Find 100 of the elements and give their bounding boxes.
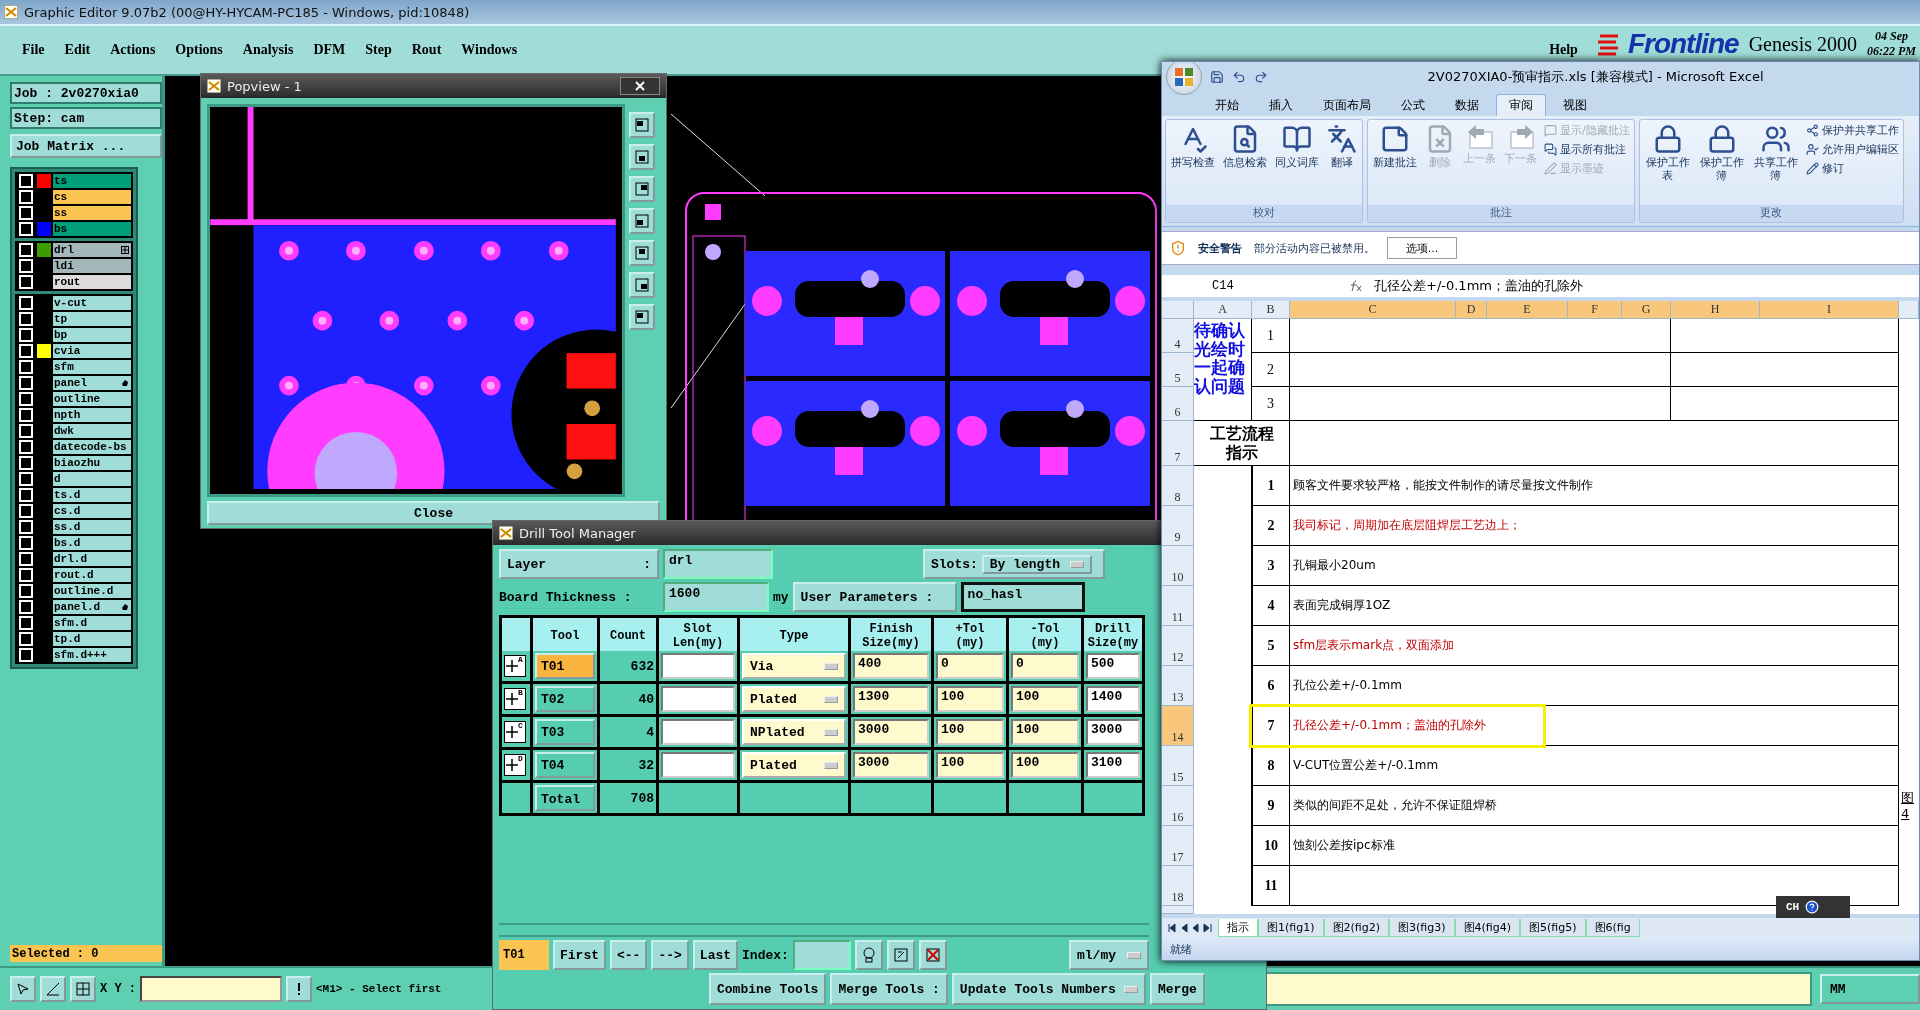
view-tool-button[interactable] bbox=[629, 304, 655, 330]
nav-button[interactable]: --> bbox=[651, 940, 689, 970]
row-header[interactable]: 6 bbox=[1162, 387, 1194, 421]
measure-tool-button[interactable] bbox=[40, 976, 66, 1002]
minus-tolerance-field[interactable]: 0 bbox=[1011, 653, 1079, 679]
layer-field[interactable]: drl bbox=[663, 549, 773, 579]
ribbon-button[interactable]: 共享工作簿 bbox=[1749, 122, 1802, 203]
layer-name[interactable]: datecode-bs bbox=[53, 440, 131, 454]
expand-button[interactable]: B bbox=[504, 688, 526, 710]
layer-name[interactable]: panel bbox=[53, 376, 131, 390]
ime-bar[interactable]: CH bbox=[1776, 896, 1850, 918]
tool-button[interactable]: T03 bbox=[535, 719, 595, 745]
sheet-tab[interactable]: 图2(fig2) bbox=[1323, 919, 1389, 937]
row-header[interactable]: 11 bbox=[1162, 586, 1194, 626]
office-button[interactable] bbox=[1166, 62, 1202, 95]
layer-checkbox[interactable] bbox=[19, 648, 33, 662]
layer-checkbox[interactable] bbox=[19, 275, 33, 289]
layer-name[interactable]: outline bbox=[53, 392, 131, 406]
layer-checkbox[interactable] bbox=[19, 568, 33, 582]
layer-checkbox[interactable] bbox=[19, 360, 33, 374]
layer-checkbox[interactable] bbox=[19, 328, 33, 342]
layer-name[interactable]: panel.d bbox=[53, 600, 131, 614]
expand-button[interactable]: A bbox=[504, 655, 526, 677]
board-thickness-field[interactable]: 1600 bbox=[663, 582, 769, 612]
minus-tolerance-field[interactable]: 100 bbox=[1011, 686, 1079, 712]
column-header[interactable]: H bbox=[1671, 301, 1760, 319]
layer-checkbox[interactable] bbox=[19, 408, 33, 422]
ribbon-button[interactable]: 翻译 bbox=[1324, 122, 1360, 203]
layer-checkbox[interactable] bbox=[19, 456, 33, 470]
layer-name[interactable]: dwk bbox=[53, 424, 131, 438]
row-header[interactable]: 16 bbox=[1162, 786, 1194, 826]
refresh-button[interactable] bbox=[886, 940, 915, 970]
layer-name[interactable]: biaozhu bbox=[53, 456, 131, 470]
menu-item[interactable]: Actions bbox=[110, 42, 156, 58]
ribbon-tab[interactable]: 开始 bbox=[1202, 94, 1252, 116]
units-dropdown[interactable]: MM bbox=[1820, 974, 1920, 1004]
delete-button[interactable] bbox=[918, 940, 947, 970]
drill-size-field[interactable]: 1400 bbox=[1086, 686, 1140, 712]
ribbon-button[interactable]: 保护并共享工作 bbox=[1803, 122, 1901, 139]
plus-tolerance-field[interactable]: 100 bbox=[936, 719, 1004, 745]
layer-name[interactable]: v-cut bbox=[53, 296, 131, 310]
layer-checkbox[interactable] bbox=[19, 488, 33, 502]
column-header[interactable]: C bbox=[1290, 301, 1456, 319]
drill-size-field[interactable]: 3100 bbox=[1086, 752, 1140, 778]
layer-checkbox[interactable] bbox=[19, 536, 33, 550]
column-header[interactable]: E bbox=[1487, 301, 1568, 319]
row-header[interactable]: 14 bbox=[1162, 706, 1194, 746]
sheet-tab[interactable]: 图4(fig4) bbox=[1454, 919, 1520, 937]
finish-size-field[interactable]: 3000 bbox=[853, 719, 929, 745]
action-button[interactable]: Merge bbox=[1149, 973, 1205, 1005]
column-header[interactable]: I bbox=[1760, 301, 1899, 319]
nav-button[interactable]: First bbox=[553, 940, 606, 970]
bulb-button[interactable] bbox=[854, 940, 883, 970]
slots-dropdown[interactable]: By length bbox=[981, 554, 1092, 574]
layer-checkbox[interactable] bbox=[19, 296, 33, 310]
type-dropdown[interactable]: Plated bbox=[742, 686, 846, 712]
view-tool-button[interactable] bbox=[629, 208, 655, 234]
layer-checkbox[interactable] bbox=[19, 174, 33, 188]
row-header[interactable]: 15 bbox=[1162, 746, 1194, 786]
row-header[interactable]: 12 bbox=[1162, 626, 1194, 666]
view-tool-button[interactable] bbox=[629, 272, 655, 298]
layer-checkbox[interactable] bbox=[19, 222, 33, 236]
ribbon-button[interactable]: 显示所有批注 bbox=[1542, 141, 1632, 158]
layer-name[interactable]: tp.d bbox=[53, 632, 131, 646]
slot-length-field[interactable] bbox=[661, 719, 735, 745]
ribbon-button[interactable]: 保护工作表 bbox=[1641, 122, 1694, 203]
save-icon[interactable] bbox=[1210, 70, 1224, 84]
sheet-tab[interactable]: 图5(fig5) bbox=[1520, 919, 1586, 937]
tool-button[interactable]: T04 bbox=[535, 752, 595, 778]
action-button[interactable]: Combine Tools bbox=[709, 973, 827, 1005]
ribbon-button[interactable]: 修订 bbox=[1803, 160, 1901, 177]
slot-length-field[interactable] bbox=[661, 752, 735, 778]
row-header[interactable]: 9 bbox=[1162, 506, 1194, 546]
layer-name[interactable]: drl bbox=[53, 243, 131, 257]
drill-size-field[interactable]: 500 bbox=[1086, 653, 1140, 679]
user-parameters-field[interactable]: no_hasl bbox=[960, 582, 1085, 612]
tool-button[interactable]: T02 bbox=[535, 686, 595, 712]
ribbon-tab[interactable]: 数据 bbox=[1442, 94, 1492, 116]
alert-button[interactable] bbox=[286, 976, 312, 1002]
row-header[interactable]: 18 bbox=[1162, 866, 1194, 906]
ribbon-button[interactable]: 同义词库 bbox=[1272, 122, 1322, 203]
layer-checkbox[interactable] bbox=[19, 616, 33, 630]
row-header[interactable]: 17 bbox=[1162, 826, 1194, 866]
options-button[interactable]: 选项... bbox=[1387, 237, 1457, 259]
view-tool-button[interactable] bbox=[629, 176, 655, 202]
finish-size-field[interactable]: 1300 bbox=[853, 686, 929, 712]
index-field[interactable] bbox=[792, 940, 851, 970]
menu-item[interactable]: Analysis bbox=[242, 42, 294, 58]
sheet-tab[interactable]: 图3(fig3) bbox=[1389, 919, 1455, 937]
menu-item[interactable]: Help bbox=[1549, 42, 1578, 58]
ribbon-tab[interactable]: 视图 bbox=[1550, 94, 1600, 116]
job-matrix-button[interactable]: Job Matrix ... bbox=[10, 134, 162, 158]
layer-checkbox[interactable] bbox=[19, 424, 33, 438]
layer-checkbox[interactable] bbox=[19, 376, 33, 390]
row-header[interactable]: 13 bbox=[1162, 666, 1194, 706]
layer-name[interactable]: tp bbox=[53, 312, 131, 326]
slot-length-field[interactable] bbox=[661, 653, 735, 679]
layer-name[interactable]: ss bbox=[53, 206, 131, 220]
nav-button[interactable]: Last bbox=[692, 940, 739, 970]
layer-checkbox[interactable] bbox=[19, 600, 33, 614]
